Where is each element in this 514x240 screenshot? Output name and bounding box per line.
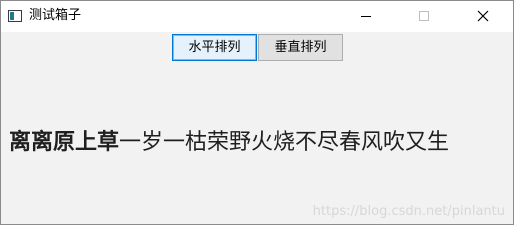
window-title: 测试箱子 [29, 8, 82, 23]
close-button[interactable] [460, 1, 506, 32]
window-content: 水平排列 垂直排列 离离原上草一岁一枯荣野火烧不尽春风吹又生 https://b… [1, 32, 513, 224]
minimize-button[interactable] [343, 1, 389, 32]
watermark-text: https://blog.csdn.net/pinlantu [312, 204, 505, 219]
maximize-icon [419, 11, 429, 21]
app-window: 测试箱子 水平排列 垂直排列 离离原上草一岁一枯荣野火烧不尽春风吹又生 http… [0, 0, 514, 225]
title-bar[interactable]: 测试箱子 [1, 1, 513, 32]
horizontal-layout-button[interactable]: 水平排列 [172, 34, 257, 61]
poem-bold-text: 离离原上草 [9, 130, 120, 155]
maximize-button[interactable] [401, 1, 447, 32]
window-app-icon [8, 10, 22, 22]
vertical-layout-button[interactable]: 垂直排列 [258, 34, 343, 61]
poem-regular-text: 一岁一枯荣野火烧不尽春风吹又生 [119, 130, 450, 155]
minimize-icon [361, 16, 371, 17]
close-icon [477, 10, 489, 22]
poem-text: 离离原上草一岁一枯荣野火烧不尽春风吹又生 [9, 130, 449, 156]
